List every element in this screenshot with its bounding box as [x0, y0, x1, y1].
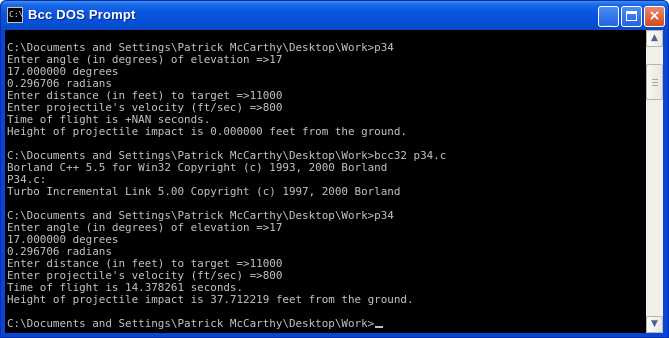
scroll-down-button[interactable]: ▼	[646, 316, 663, 333]
title-bar[interactable]: C:\ Bcc DOS Prompt _ ×	[1, 1, 668, 30]
console-prompt: C:\Documents and Settings\Patrick McCart…	[7, 317, 375, 330]
maximize-button[interactable]	[621, 6, 642, 27]
text-cursor	[375, 326, 384, 328]
console-line: Borland C++ 5.5 for Win32 Copyright (c) …	[7, 161, 388, 174]
grip-line	[652, 85, 658, 86]
command-prompt-icon[interactable]: C:\	[7, 7, 23, 23]
minimize-button[interactable]: _	[598, 6, 619, 27]
grip-line	[652, 82, 658, 83]
close-button[interactable]: ×	[644, 6, 665, 27]
console-line: Turbo Incremental Link 5.00 Copyright (c…	[7, 185, 401, 198]
vertical-scrollbar[interactable]: ▲ ▼	[646, 30, 663, 333]
console-line: Height of projectile impact is 0.000000 …	[7, 125, 407, 138]
grip-line	[652, 79, 658, 80]
console-line: Height of projectile impact is 37.712219…	[7, 293, 414, 306]
scroll-thumb[interactable]	[646, 64, 663, 100]
scroll-up-button[interactable]: ▲	[646, 30, 663, 47]
maximize-icon	[626, 11, 637, 21]
console-output[interactable]: C:\Documents and Settings\Patrick McCart…	[5, 30, 646, 333]
console-window: C:\ Bcc DOS Prompt _ × C:\Documents and …	[0, 0, 669, 338]
console-prompt-line[interactable]: C:\Documents and Settings\Patrick McCart…	[5, 318, 646, 330]
window-title: Bcc DOS Prompt	[28, 7, 136, 22]
